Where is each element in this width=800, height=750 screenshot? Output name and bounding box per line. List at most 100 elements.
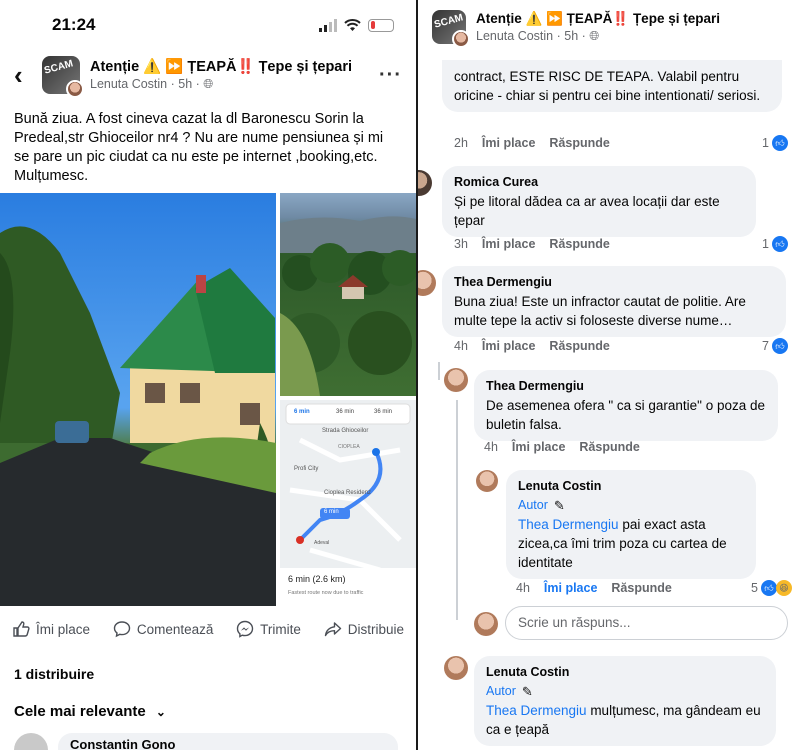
like-reaction-icon: 👍︎ xyxy=(772,236,788,252)
comment-meta: 4h Îmi place Răspunde xyxy=(484,440,640,454)
comment-time[interactable]: 2h xyxy=(454,136,468,150)
map-mode-transit[interactable]: 36 min xyxy=(336,409,354,415)
map-route-summary: 6 min (2.6 km) xyxy=(288,574,346,584)
comment-sort-dropdown[interactable]: Cele mai relevante ⌄ xyxy=(14,703,166,720)
comment-text: contract, ESTE RISC DE TEAPA. Valabil pe… xyxy=(454,69,761,103)
map-route-note: Fastest route now due to traffic xyxy=(288,590,364,596)
commenter-avatar[interactable] xyxy=(476,470,498,492)
map-label-street: Strada Ghioceilor xyxy=(322,428,369,434)
commenter-name[interactable]: Lenuta Costin xyxy=(486,663,764,682)
map-mode-driving[interactable]: 6 min xyxy=(294,409,310,415)
reply-link[interactable]: Răspunde xyxy=(579,440,639,454)
commenter-avatar[interactable] xyxy=(418,170,432,196)
post-photos[interactable]: 6 min 36 min 36 min Strada Ghioceilor CI… xyxy=(0,193,416,606)
photo-map-route[interactable]: 6 min 36 min 36 min Strada Ghioceilor CI… xyxy=(280,400,416,606)
comment-time[interactable]: 3h xyxy=(454,237,468,251)
post-time[interactable]: 5h xyxy=(178,77,192,91)
photo-house[interactable] xyxy=(0,193,276,606)
current-user-avatar xyxy=(474,612,498,636)
reaction-count[interactable]: 5 👍︎ 😆︎ xyxy=(751,580,792,596)
globe-icon: 🌐︎ xyxy=(589,28,600,43)
commenter-name[interactable]: Lenuta Costin xyxy=(518,477,744,496)
comment-sort-label: Cele mai relevante xyxy=(14,703,146,720)
group-name[interactable]: Atenție ⚠️ ⏩ ȚEAPĂ‼️ Țepe și țepari xyxy=(476,11,720,27)
comment-text: Și pe litoral dădea ca ar avea locații d… xyxy=(454,194,720,228)
commenter-avatar[interactable] xyxy=(418,270,436,296)
reaction-count[interactable]: 1 👍︎ xyxy=(762,236,788,252)
reply-link[interactable]: Răspunde xyxy=(549,136,609,150)
reply-link[interactable]: Răspunde xyxy=(549,339,609,353)
commenter-avatar[interactable] xyxy=(444,368,468,392)
comment-time[interactable]: 4h xyxy=(484,440,498,454)
share-arrow-icon xyxy=(324,622,341,637)
group-name[interactable]: Atenție ⚠️ ⏩ ȚEAPĂ‼️ Țepe și țepari xyxy=(90,58,352,75)
post-screenshot: 21:24 ‹ SCAM Atenție ⚠️ ⏩ ȚEAPĂ‼️ Țepe ș… xyxy=(0,0,416,750)
author-badge-icon: ✎ xyxy=(521,684,533,699)
author-avatar xyxy=(452,30,470,48)
commenter-name[interactable]: Thea Dermengiu xyxy=(454,273,774,292)
like-link[interactable]: Îmi place xyxy=(512,440,566,454)
comment-button[interactable]: Comentează xyxy=(113,620,213,638)
like-link[interactable]: Îmi place xyxy=(482,237,536,251)
comment-bubble: Romica Curea Și pe litoral dădea ca ar a… xyxy=(442,166,756,237)
back-icon[interactable]: ‹ xyxy=(14,60,42,91)
comment-time[interactable]: 4h xyxy=(454,339,468,353)
author-avatar xyxy=(66,80,84,98)
status-bar: 21:24 xyxy=(0,0,416,50)
comment-time[interactable]: 4h xyxy=(516,581,530,595)
map-label-district: CIOPLEA xyxy=(338,444,360,450)
haha-reaction-icon: 😆︎ xyxy=(776,580,792,596)
like-link[interactable]: Îmi place xyxy=(482,136,536,150)
comment-icon xyxy=(113,621,131,638)
commenter-name[interactable]: Thea Dermengiu xyxy=(486,377,766,396)
share-button[interactable]: Distribuie xyxy=(324,620,404,638)
comment-text: Thea Dermengiu mulțumesc, ma gândeam eu … xyxy=(486,703,761,737)
mention-link[interactable]: Thea Dermengiu xyxy=(518,517,619,532)
group-logo-text: SCAM xyxy=(433,12,465,31)
wifi-icon xyxy=(344,18,361,31)
thread-line xyxy=(456,400,458,620)
comment-partial: Constantin Gono xyxy=(14,733,398,750)
comments-screenshot: SCAM Atenție ⚠️ ⏩ ȚEAPĂ‼️ Țepe și țepari… xyxy=(418,0,800,750)
like-button[interactable]: Îmi place xyxy=(12,620,90,638)
like-reaction-icon: 👍︎ xyxy=(761,580,777,596)
commenter-name[interactable]: Constantin Gono xyxy=(58,733,398,750)
comment-bubble: Lenuta Costin Autor ✎ Thea Dermengiu pai … xyxy=(506,470,756,579)
comment-bubble: contract, ESTE RISC DE TEAPA. Valabil pe… xyxy=(442,60,782,112)
comment-meta: 2h Îmi place Răspunde xyxy=(454,136,610,150)
comment-meta: 4h Îmi place Răspunde xyxy=(454,339,610,353)
comment-text: De asemenea ofera " ca si garantie" o po… xyxy=(486,398,766,432)
send-button[interactable]: Trimite xyxy=(236,620,301,638)
map-route-time: 6 min xyxy=(324,509,339,515)
post-actions: Îmi place Comentează Trimite Distribuie xyxy=(0,620,416,638)
reply-input[interactable]: Scrie un răspuns... xyxy=(505,606,788,640)
more-options-icon[interactable]: ··· xyxy=(379,64,402,87)
commenter-name[interactable]: Romica Curea xyxy=(454,173,744,192)
reaction-count[interactable]: 7 👍︎ xyxy=(762,338,788,354)
group-avatar[interactable]: SCAM xyxy=(432,10,470,48)
reply-link[interactable]: Răspunde xyxy=(549,237,609,251)
like-link[interactable]: Îmi place xyxy=(482,339,536,353)
mention-link[interactable]: Thea Dermengiu xyxy=(486,703,587,718)
post-time[interactable]: 5h xyxy=(564,29,578,43)
thread-line xyxy=(438,362,440,380)
comment-bubble: Thea Dermengiu De asemenea ofera " ca si… xyxy=(474,370,778,441)
like-reaction-icon: 👍︎ xyxy=(772,338,788,354)
photo-forest[interactable] xyxy=(280,193,416,396)
post-author[interactable]: Lenuta Costin xyxy=(90,77,167,91)
status-time: 21:24 xyxy=(52,15,96,34)
commenter-avatar[interactable] xyxy=(444,656,468,680)
thumbs-up-icon xyxy=(13,621,30,637)
post-text: Bună ziua. A fost cineva cazat la dl Bar… xyxy=(14,111,384,184)
group-avatar[interactable]: SCAM xyxy=(42,56,84,98)
comment-meta: 4h Îmi place Răspunde xyxy=(516,581,672,595)
post-author[interactable]: Lenuta Costin xyxy=(476,29,553,43)
reply-link[interactable]: Răspunde xyxy=(611,581,671,595)
like-link[interactable]: Îmi place xyxy=(544,581,598,595)
group-logo-text: SCAM xyxy=(43,58,75,77)
reaction-count[interactable]: 1 👍︎ xyxy=(762,135,788,151)
signal-icon xyxy=(319,18,337,32)
map-mode-walking[interactable]: 36 min xyxy=(374,409,392,415)
comment-text: Buna ziua! Este un infractor cautat de p… xyxy=(454,294,746,328)
share-count[interactable]: 1 distribuire xyxy=(14,666,94,682)
